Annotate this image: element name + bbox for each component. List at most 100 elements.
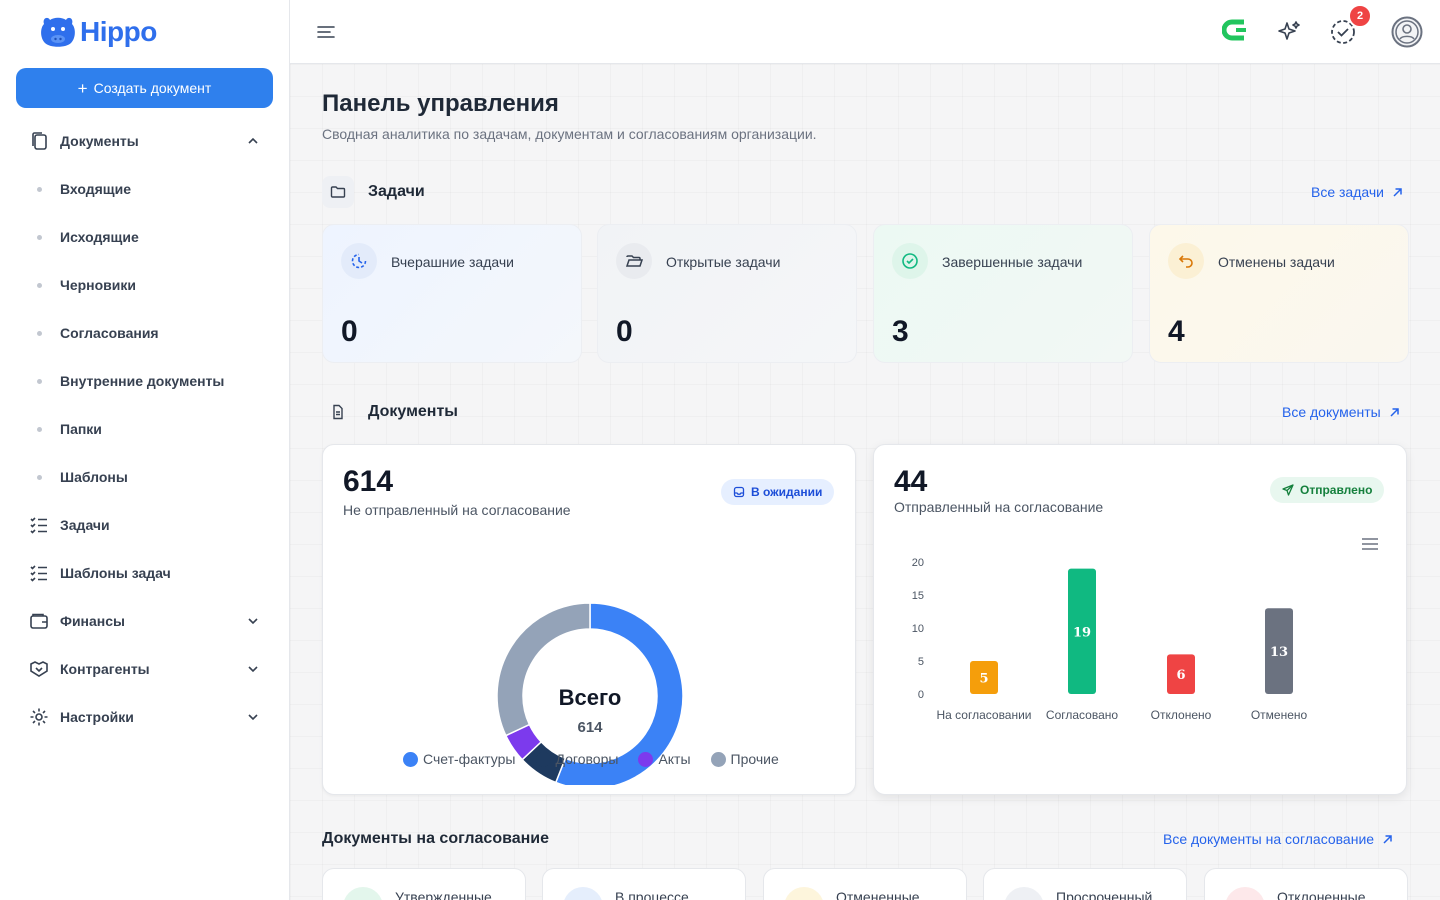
hippo-logo-icon (41, 17, 75, 47)
approval-card-cancelled[interactable]: Отмененные (763, 868, 967, 900)
chevron-down-icon (248, 666, 258, 673)
status-badge-label: В ожидании (751, 485, 823, 499)
task-card-label: Вчерашние задачи (391, 254, 514, 270)
folder-open-icon (616, 243, 652, 279)
task-card-completed[interactable]: Завершенные задачи 3 (873, 224, 1133, 363)
sidebar-item-folders[interactable]: Папки (0, 405, 290, 453)
all-documents-link[interactable]: Все документы (1282, 404, 1400, 420)
approval-card-in-progress[interactable]: В процессе (542, 868, 746, 900)
approval-card-label: Утвержденные (395, 889, 492, 900)
sidebar-item-label: Шаблоны (60, 469, 128, 485)
x-tick-label: На согласовании (936, 708, 1031, 722)
sidebar-item-documents[interactable]: Документы (0, 117, 290, 165)
sidebar-item-finance[interactable]: Финансы (0, 597, 290, 645)
x-tick-label: Согласовано (1046, 708, 1118, 722)
sidebar-item-label: Настройки (60, 709, 134, 725)
create-document-button[interactable]: + Создать документ (16, 68, 273, 108)
bullet-dot (37, 187, 42, 192)
sidebar-item-counterparties[interactable]: Контрагенты (0, 645, 290, 693)
approval-card-label: В процессе (615, 889, 689, 900)
approval-card-rejected[interactable]: Отклоненные (1204, 868, 1408, 900)
donut-center-value: 614 (577, 719, 603, 736)
plus-icon: + (77, 78, 88, 98)
sidebar-item-label: Задачи (60, 517, 110, 533)
legend-label: Акты (658, 751, 691, 767)
bullet-dot (37, 283, 42, 288)
legend-item[interactable]: Счет-фактуры (403, 751, 516, 767)
task-card-yesterday[interactable]: Вчерашние задачи 0 (322, 224, 582, 363)
app-logo-icon[interactable] (1220, 16, 1252, 48)
documents-section-title: Документы (368, 403, 458, 420)
legend-label: Счет-фактуры (423, 751, 516, 767)
sidebar-item-tasks[interactable]: Задачи (0, 501, 290, 549)
sidebar-item-drafts[interactable]: Черновики (0, 261, 290, 309)
all-approvals-link[interactable]: Все документы на согласование (1163, 831, 1393, 847)
sidebar-item-label: Входящие (60, 181, 131, 197)
sparkles-icon[interactable] (1273, 16, 1305, 48)
document-icon (322, 396, 354, 428)
chevron-down-icon (248, 618, 258, 625)
legend-swatch (403, 751, 418, 767)
sent-documents-card: 44 Отправленный на согласование Отправле… (873, 444, 1407, 795)
logo[interactable]: Hippo (38, 14, 157, 50)
sidebar-item-label: Документы (60, 133, 139, 149)
sidebar-item-approvals[interactable]: Согласования (0, 309, 290, 357)
sidebar-item-incoming[interactable]: Входящие (0, 165, 290, 213)
bar-value-label: 5 (979, 672, 988, 687)
sidebar-item-internal-documents[interactable]: Внутренние документы (0, 357, 290, 405)
clock-icon (341, 243, 377, 279)
tasks-section-title: Задачи (368, 183, 425, 200)
page-subtitle: Сводная аналитика по задачам, документам… (322, 126, 817, 142)
undo-icon (784, 887, 824, 900)
sidebar-item-outgoing[interactable]: Исходящие (0, 213, 290, 261)
task-card-open[interactable]: Открытые задачи 0 (597, 224, 857, 363)
documents-icon (28, 130, 50, 152)
legend-item[interactable]: Договоры (535, 751, 618, 767)
x-tick-label: Отклонено (1151, 708, 1212, 722)
all-tasks-link[interactable]: Все задачи (1311, 184, 1403, 200)
sidebar-nav: Документы Входящие Исходящие Черновики С… (0, 117, 290, 741)
sidebar-item-label: Исходящие (60, 229, 139, 245)
arrow-up-right-icon (1390, 407, 1399, 417)
bullet-dot (37, 379, 42, 384)
create-document-label: Создать документ (93, 80, 212, 96)
approvals-section-title: Документы на согласование (322, 830, 550, 847)
sidebar-item-task-templates[interactable]: Шаблоны задач (0, 549, 290, 597)
approval-card-approved[interactable]: Утвержденные (322, 868, 526, 900)
task-card-value: 4 (1168, 315, 1185, 348)
legend-swatch (710, 751, 726, 767)
pending-count: 614 (343, 465, 394, 498)
donut-slice-4[interactable] (496, 602, 591, 737)
legend-item[interactable]: Прочие (710, 751, 779, 767)
status-badge-pending: В ожидании (721, 479, 835, 505)
pending-documents-card: 614 Не отправленный на согласование В ож… (322, 444, 856, 795)
task-card-label: Открытые задачи (666, 254, 781, 270)
legend-item[interactable]: Акты (638, 751, 691, 767)
arrow-up-right-icon (1383, 834, 1392, 844)
sidebar-item-label: Согласования (60, 325, 159, 341)
task-card-value: 0 (616, 315, 633, 348)
sidebar-item-label: Финансы (60, 613, 125, 629)
clock-icon (563, 887, 603, 900)
task-card-cancelled[interactable]: Отменены задачи 4 (1149, 224, 1409, 363)
bar-value-label: 19 (1073, 625, 1091, 640)
task-card-label: Завершенные задачи (942, 254, 1083, 270)
task-card-value: 3 (892, 315, 909, 348)
sidebar-item-templates[interactable]: Шаблоны (0, 453, 290, 501)
menu-toggle-icon[interactable] (316, 22, 336, 42)
y-tick-label: 5 (918, 656, 924, 668)
sidebar-item-label: Папки (60, 421, 102, 437)
approval-card-overdue[interactable]: Просроченный (983, 868, 1187, 900)
documents-section-header: Документы (322, 396, 458, 428)
notification-badge: 2 (1348, 4, 1372, 28)
tasks-section-header: Задачи (322, 176, 425, 208)
donut-legend: Счет-фактуры Договоры Акты Прочие (403, 751, 779, 767)
wallet-icon (28, 610, 50, 632)
sidebar-item-settings[interactable]: Настройки (0, 693, 290, 741)
all-approvals-label: Все документы на согласование (1163, 831, 1375, 847)
sidebar-item-label: Черновики (60, 277, 137, 293)
topbar (290, 0, 1440, 64)
x-circle-icon (1225, 887, 1265, 900)
alert-icon (1004, 887, 1044, 900)
user-avatar[interactable] (1391, 16, 1423, 48)
